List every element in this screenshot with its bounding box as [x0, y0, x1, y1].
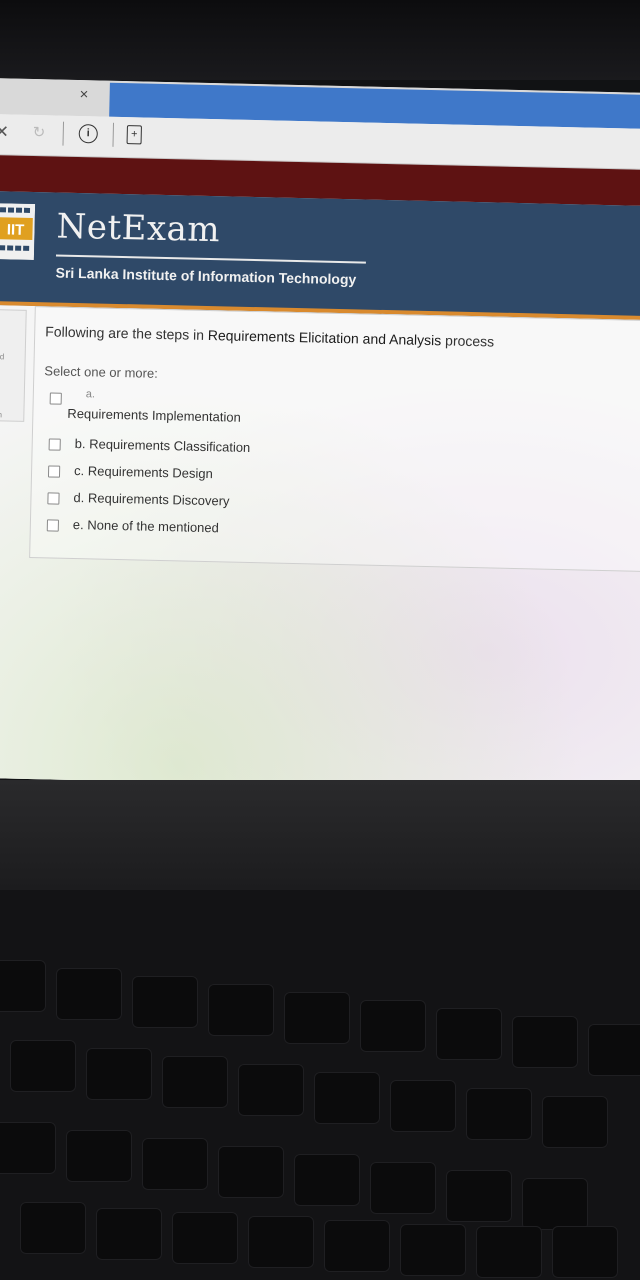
question-text-emphasis: Requirements Elicitation and Analysis [207, 327, 442, 349]
keyboard-key [248, 1216, 314, 1268]
keyboard-key [390, 1080, 456, 1132]
keyboard-key [324, 1220, 390, 1272]
brand-name: NetExam [56, 206, 221, 251]
keyboard-key [10, 1040, 76, 1092]
checkbox[interactable] [48, 437, 61, 451]
select-instruction: Select one or more: [44, 363, 158, 381]
option-c-label[interactable]: c. Requirements Design [74, 463, 213, 481]
keyboard-key [588, 1024, 640, 1076]
institute-name: Sri Lanka Institute of Information Techn… [55, 264, 357, 288]
quiz-info-panel: red ion [0, 308, 27, 422]
option-a-label[interactable]: Requirements Implementation [67, 406, 241, 425]
checkbox[interactable] [47, 464, 61, 478]
keyboard-key [96, 1208, 162, 1260]
option-a[interactable] [49, 389, 76, 405]
keyboard-key [20, 1202, 86, 1254]
info-panel-text: red [0, 352, 5, 362]
stop-icon[interactable]: ✕ [0, 122, 9, 142]
option-d[interactable]: d. Requirements Discovery [47, 489, 230, 509]
option-e[interactable]: e. None of the mentioned [46, 516, 219, 535]
question-text-part: Following are the steps in [45, 323, 209, 344]
info-panel-text: ion [0, 410, 3, 420]
keyboard-key [142, 1138, 208, 1190]
keyboard-key [0, 960, 46, 1012]
option-b-label[interactable]: b. Requirements Classification [75, 436, 251, 455]
keyboard-key [552, 1226, 618, 1278]
laptop-keyboard [0, 890, 640, 1280]
keyboard-key [66, 1130, 132, 1182]
laptop-bezel-top [0, 0, 640, 80]
checkbox[interactable] [49, 392, 62, 405]
keyboard-key [522, 1178, 588, 1230]
option-e-label[interactable]: e. None of the mentioned [73, 517, 219, 535]
option-c[interactable]: c. Requirements Design [47, 462, 213, 481]
keyboard-key [360, 1000, 426, 1052]
keyboard-key [436, 1008, 502, 1060]
keyboard-key [132, 976, 198, 1028]
keyboard-key [314, 1072, 380, 1124]
close-tab-icon[interactable]: × [79, 86, 88, 103]
site-header: IIT NetExam Sri Lanka Institute of Infor… [0, 190, 640, 321]
keyboard-key [0, 1122, 56, 1174]
keyboard-key [476, 1226, 542, 1278]
question-box: Following are the steps in Requirements … [29, 306, 640, 574]
keyboard-key [86, 1048, 152, 1100]
sliit-logo: IIT [0, 203, 36, 261]
question-text: Following are the steps in Requirements … [45, 323, 494, 349]
option-b[interactable]: b. Requirements Classification [48, 435, 251, 455]
option-d-label[interactable]: d. Requirements Discovery [73, 490, 229, 509]
keyboard-key [400, 1224, 466, 1276]
keyboard-key [284, 992, 350, 1044]
checkbox[interactable] [47, 491, 60, 505]
keyboard-key [218, 1146, 284, 1198]
keyboard-key [466, 1088, 532, 1140]
page-icon[interactable]: + [126, 125, 142, 145]
laptop-bezel-bottom [0, 780, 640, 890]
keyboard-key [238, 1064, 304, 1116]
keyboard-key [172, 1212, 238, 1264]
keyboard-key [512, 1016, 578, 1068]
option-a-letter: a. [85, 388, 96, 401]
keyboard-key [208, 984, 274, 1036]
keyboard-key [294, 1154, 360, 1206]
checkbox[interactable] [46, 518, 60, 532]
svg-text:IIT: IIT [7, 221, 25, 238]
question-text-part: process [441, 332, 495, 350]
reload-icon[interactable]: ↻ [33, 123, 46, 141]
screen: × ✕ ↻ i + IIT NetExam Sri Lanka Institut… [0, 78, 640, 794]
keyboard-key [542, 1096, 608, 1148]
keyboard-key [56, 968, 122, 1020]
main-content: red ion Following are the steps in Requi… [0, 304, 640, 794]
keyboard-key [446, 1170, 512, 1222]
keyboard-key [162, 1056, 228, 1108]
keyboard-key [370, 1162, 436, 1214]
brand-divider [55, 254, 366, 264]
